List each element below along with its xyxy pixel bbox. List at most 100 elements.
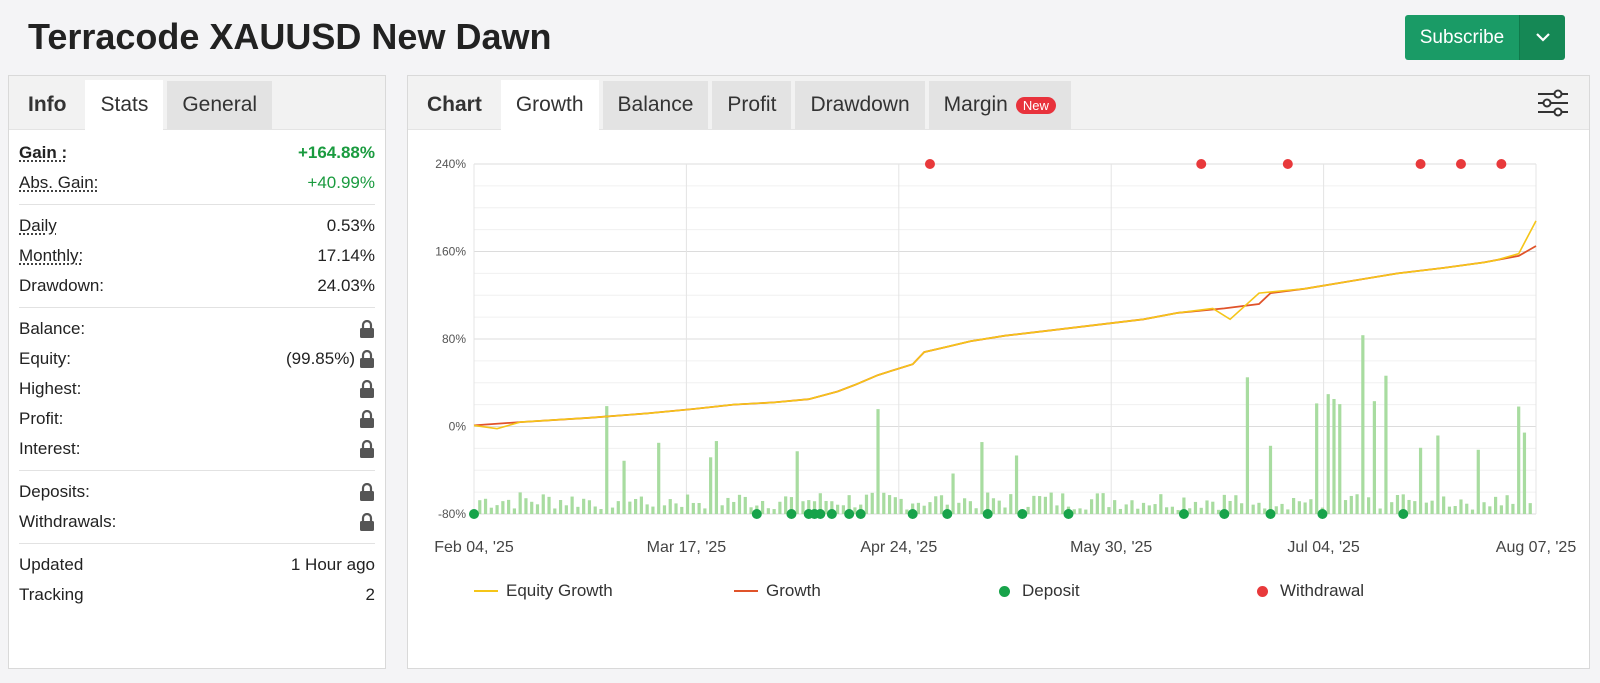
sliders-icon[interactable]	[1537, 88, 1569, 118]
volume-bar	[991, 498, 996, 514]
stats-panel: Info Stats General Gain : +164.88% Abs. …	[8, 75, 386, 669]
volume-bar	[1280, 503, 1284, 514]
volume-bar	[651, 506, 655, 514]
legend-label: Deposit	[1022, 581, 1080, 600]
tab-info[interactable]: Info	[13, 81, 81, 129]
volume-bar	[939, 495, 944, 514]
legend-label: Equity Growth	[506, 581, 613, 600]
x-tick-label: Mar 17, '25	[647, 539, 727, 556]
gain-label[interactable]: Gain :	[19, 143, 67, 163]
volume-bar	[1459, 499, 1463, 514]
subscribe-dropdown-toggle[interactable]	[1519, 15, 1565, 60]
volume-bar	[801, 501, 805, 514]
volume-bar	[1101, 493, 1105, 514]
volume-bar	[587, 500, 592, 514]
tab-stats[interactable]: Stats	[85, 80, 164, 130]
tab-general[interactable]: General	[167, 81, 273, 129]
volume-bar	[1407, 499, 1411, 514]
deposit-marker	[1398, 509, 1409, 519]
legend-swatch	[999, 585, 1010, 597]
volume-bar	[1517, 406, 1521, 514]
volume-bar	[1522, 432, 1527, 514]
volume-bar	[1465, 503, 1469, 514]
tab-balance[interactable]: Balance	[602, 81, 709, 129]
lock-icon[interactable]	[359, 319, 375, 338]
lock-icon[interactable]	[359, 439, 375, 458]
deposit-marker	[844, 509, 855, 519]
volume-bar	[1482, 502, 1486, 514]
volume-bar	[709, 457, 713, 514]
volume-bar	[558, 500, 563, 514]
subscribe-button[interactable]: Subscribe	[1405, 15, 1519, 60]
volume-bar	[691, 502, 695, 514]
volume-bar	[962, 498, 967, 514]
legend-withdrawal[interactable]: Withdrawal	[1257, 581, 1364, 601]
volume-bar	[507, 499, 511, 514]
volume-bar	[657, 442, 661, 514]
volume-bar	[541, 494, 545, 514]
withdrawal-marker	[1196, 159, 1207, 169]
legend-equity-growth[interactable]: Equity Growth	[474, 581, 613, 601]
volume-bar	[1165, 507, 1169, 514]
stat-highest: Highest:	[19, 374, 375, 404]
lock-icon[interactable]	[359, 482, 375, 501]
drawdown-label: Drawdown:	[19, 276, 105, 295]
volume-bar	[1061, 493, 1065, 514]
tab-drawdown[interactable]: Drawdown	[795, 81, 925, 129]
deposit-marker	[855, 509, 866, 519]
volume-bar	[1442, 496, 1446, 514]
balance-label: Balance:	[19, 319, 86, 338]
stat-gain: Gain : +164.88%	[19, 138, 375, 168]
chart-tabbar: Chart Growth Balance Profit Drawdown Mar…	[408, 76, 1589, 130]
volume-bar	[1291, 497, 1296, 514]
lock-icon[interactable]	[359, 512, 375, 531]
volume-bar	[1418, 447, 1423, 514]
volume-bar	[489, 507, 493, 514]
tab-chart[interactable]: Chart	[412, 81, 497, 129]
volume-bar	[1113, 500, 1117, 514]
deposit-marker	[1017, 509, 1028, 519]
volume-bar	[1286, 509, 1290, 514]
volume-bar	[1505, 495, 1509, 514]
deposit-marker	[1063, 509, 1074, 519]
abs-gain-label[interactable]: Abs. Gain:	[19, 173, 98, 193]
volume-bar	[639, 496, 643, 514]
lock-icon[interactable]	[359, 379, 375, 398]
volume-bar	[968, 501, 972, 514]
volume-bar	[1395, 494, 1400, 514]
daily-label[interactable]: Daily	[19, 216, 57, 236]
x-tick-label: Jul 04, '25	[1287, 539, 1360, 556]
volume-bar	[685, 494, 690, 514]
tab-margin[interactable]: Margin New	[928, 81, 1071, 129]
stat-balance: Balance:	[19, 314, 375, 344]
updated-label: Updated	[19, 555, 84, 574]
volume-bar	[593, 506, 597, 514]
volume-bar	[570, 496, 574, 514]
equity-growth-line	[473, 220, 1537, 430]
volume-bar	[1470, 509, 1475, 514]
stats-list: Gain : +164.88% Abs. Gain: +40.99% Daily…	[9, 130, 385, 610]
drawdown-value: 24.03%	[317, 276, 375, 295]
volume-bar	[478, 500, 482, 514]
legend-growth[interactable]: Growth	[734, 581, 821, 601]
volume-bar	[662, 505, 667, 514]
tab-growth[interactable]: Growth	[500, 80, 599, 130]
tab-margin-label: Margin	[943, 93, 1008, 116]
lock-icon[interactable]	[359, 349, 375, 368]
volume-bar	[1118, 508, 1123, 514]
monthly-label[interactable]: Monthly:	[19, 246, 83, 266]
y-tick-label: 80%	[442, 332, 466, 346]
volume-bar	[674, 503, 678, 514]
volume-bar	[1049, 492, 1053, 514]
volume-bar	[887, 495, 892, 514]
volume-bar	[928, 502, 932, 514]
volume-bar	[1436, 435, 1440, 514]
growth-chart: Feb 04, '25 Mar 17, '25 Apr 24, '25 May 30,…	[434, 157, 1576, 556]
tab-profit[interactable]: Profit	[712, 81, 792, 129]
deposit-marker	[815, 509, 826, 519]
volume-bar	[622, 460, 626, 514]
volume-bar	[605, 406, 609, 514]
legend-label: Withdrawal	[1280, 581, 1365, 600]
legend-deposit[interactable]: Deposit	[999, 581, 1080, 601]
lock-icon[interactable]	[359, 409, 375, 428]
